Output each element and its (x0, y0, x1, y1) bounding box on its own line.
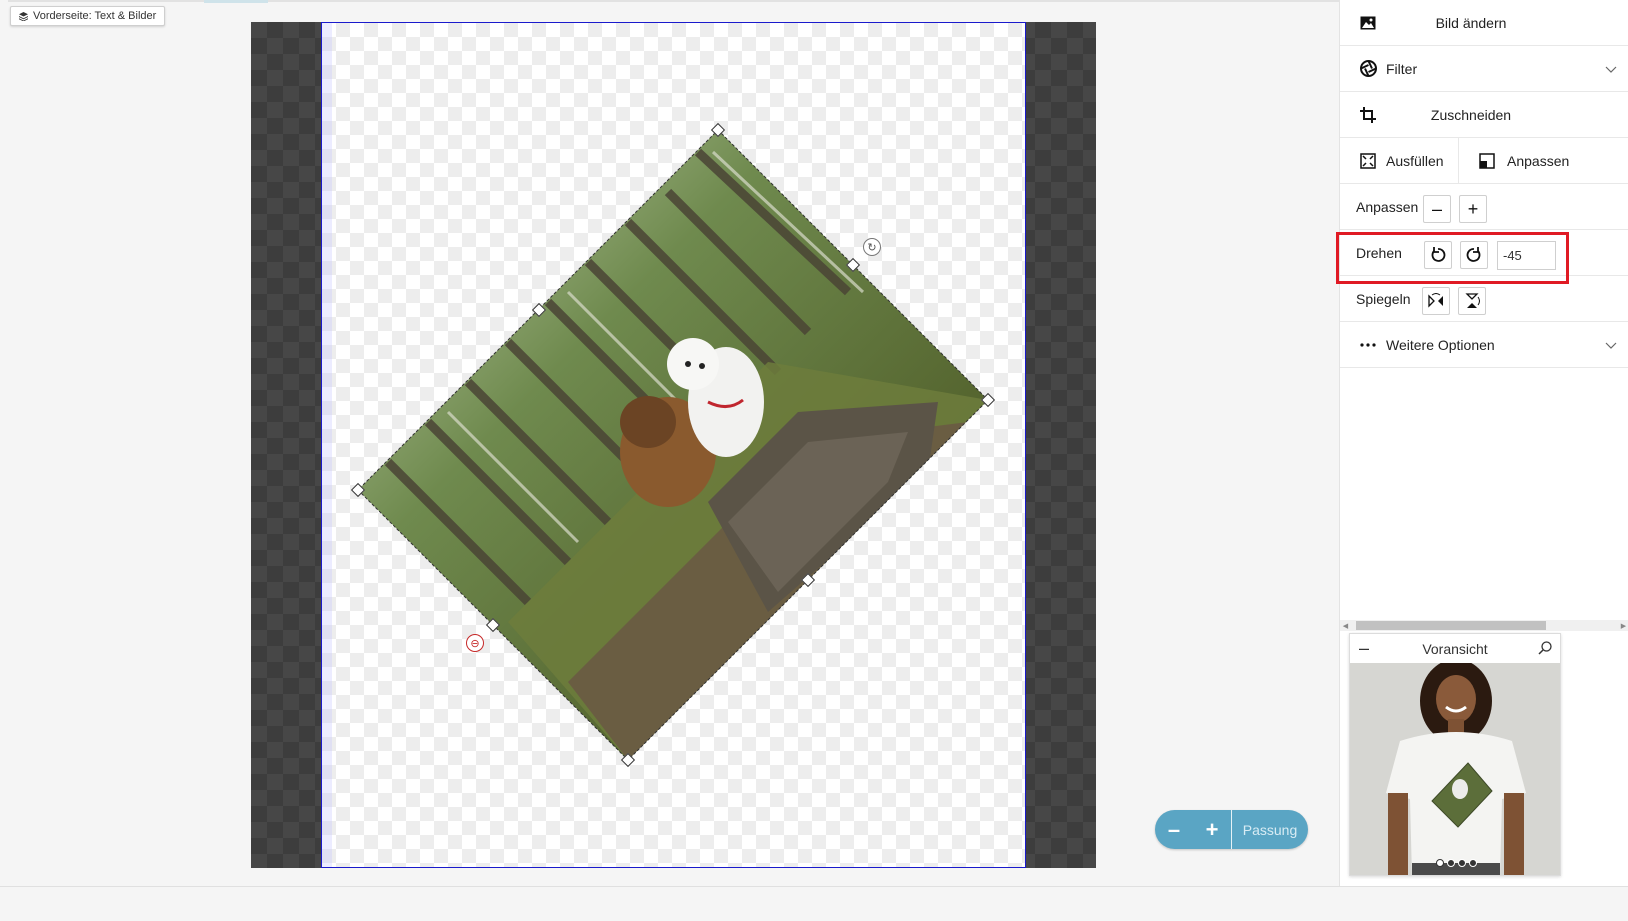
scroll-left-icon[interactable]: ◀ (1340, 620, 1351, 631)
chevron-down-icon (1605, 66, 1617, 73)
scale-label: Anpassen (1356, 198, 1419, 215)
fit-icon (1478, 152, 1496, 170)
preview-image[interactable] (1350, 663, 1560, 875)
zoom-controls: – + Passung (1155, 810, 1308, 849)
bottom-bar (0, 886, 1628, 921)
preview-header: – Voransicht (1350, 634, 1560, 663)
fill-fit-row: Ausfüllen Anpassen (1340, 138, 1628, 184)
photo-image[interactable] (348, 122, 998, 772)
mirror-row: Spiegeln (1340, 276, 1628, 322)
scrollbar-thumb[interactable] (1356, 621, 1546, 630)
mirror-label: Spiegeln (1356, 290, 1411, 307)
preview-title: Voransicht (1422, 640, 1488, 657)
fill-button[interactable]: Ausfüllen (1340, 138, 1459, 184)
change-image-button[interactable]: Bild ändern (1340, 0, 1628, 46)
crop-button[interactable]: Zuschneiden (1340, 92, 1628, 138)
photo-layer[interactable] (8, 2, 1339, 888)
fit-button[interactable]: Anpassen (1460, 138, 1628, 184)
preview-minimize-button[interactable]: – (1359, 638, 1369, 659)
expand-icon (1359, 152, 1377, 170)
search-icon[interactable] (1538, 641, 1552, 655)
rotate-row: Drehen (1340, 230, 1628, 276)
rotate-left-icon[interactable] (1424, 241, 1452, 269)
rotate-right-icon[interactable] (1460, 241, 1488, 269)
filter-label: Filter (1386, 60, 1418, 77)
rotate-label: Drehen (1356, 244, 1402, 261)
rotate-angle-input[interactable] (1497, 241, 1556, 270)
zoom-separator (1231, 810, 1232, 849)
preview-dot-1[interactable] (1435, 859, 1444, 867)
fit-label: Anpassen (1507, 153, 1570, 169)
filter-toggle[interactable]: Filter (1340, 46, 1628, 92)
preview-pagination (1350, 859, 1560, 867)
rotate-handle-icon[interactable]: ↻ (863, 238, 881, 256)
more-options-toggle[interactable]: Weitere Optionen (1340, 322, 1628, 368)
preview-dot-3[interactable] (1457, 859, 1466, 867)
preview-card: – Voransicht (1349, 633, 1561, 876)
edit-panel: Bild ändern Filter Zuschneiden Ausfüllen… (1336, 0, 1628, 886)
zoom-out-button[interactable]: – (1155, 810, 1193, 849)
scroll-right-icon[interactable]: ▶ (1618, 620, 1628, 631)
scale-down-button[interactable]: – (1423, 195, 1451, 223)
more-options-label: Weitere Optionen (1386, 336, 1495, 353)
flip-vertical-icon[interactable] (1458, 287, 1486, 315)
design-canvas[interactable]: Vorderseite: Text & Bilder ↻ ⊖ – + Passu… (8, 0, 1339, 886)
preview-dot-4[interactable] (1468, 859, 1477, 867)
scale-up-button[interactable]: + (1459, 195, 1487, 223)
panel-scrollbar[interactable]: ◀ ▶ (1340, 620, 1628, 631)
delete-handle-icon[interactable]: ⊖ (466, 634, 484, 652)
chevron-down-icon (1605, 342, 1617, 349)
zoom-in-button[interactable]: + (1193, 810, 1231, 849)
zoom-fit-button[interactable]: Passung (1232, 822, 1308, 838)
more-dots-icon (1359, 336, 1377, 354)
flip-horizontal-icon[interactable] (1422, 287, 1450, 315)
scale-row: Anpassen – + (1340, 184, 1628, 230)
preview-dot-2[interactable] (1446, 859, 1455, 867)
change-image-label: Bild ändern (1435, 14, 1507, 31)
crop-label: Zuschneiden (1430, 106, 1512, 123)
fill-label: Ausfüllen (1386, 153, 1444, 169)
aperture-icon (1359, 60, 1377, 78)
